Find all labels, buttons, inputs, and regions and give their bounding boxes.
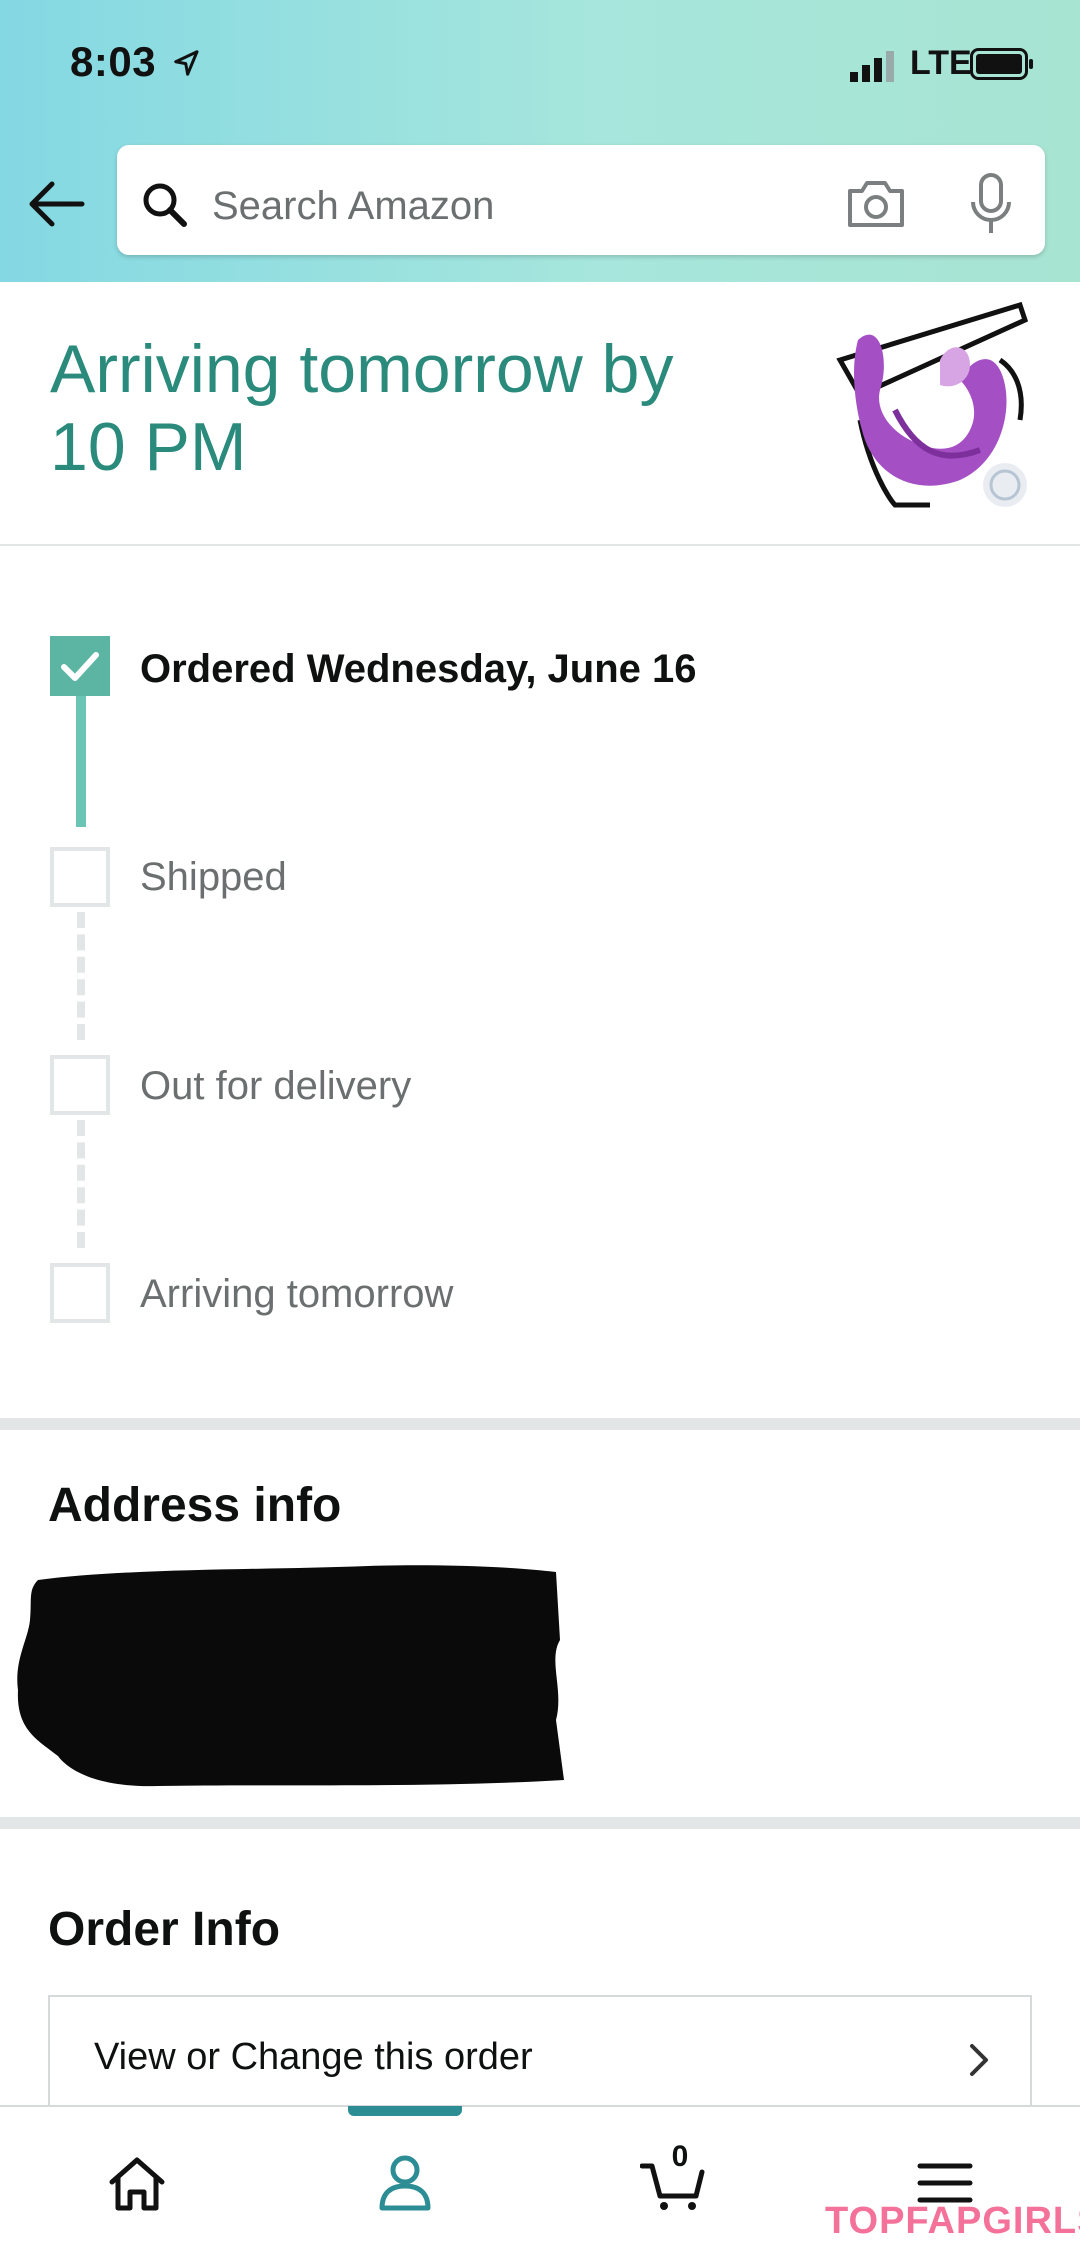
account-icon[interactable] (370, 2146, 440, 2216)
step-checkbox-ordered (50, 636, 110, 696)
step-checkbox-arriving (50, 1263, 110, 1323)
view-change-order-label: View or Change this order (94, 2036, 533, 2078)
progress-line-pending (77, 912, 85, 1040)
step-checkbox-shipped (50, 847, 110, 907)
network-type: LTE (910, 44, 972, 82)
section-divider (0, 1418, 1080, 1430)
microphone-icon[interactable] (968, 172, 1014, 236)
back-arrow-icon[interactable] (26, 176, 88, 232)
step-label-out-for-delivery: Out for delivery (140, 1064, 412, 1108)
address-info-title: Address info (48, 1479, 342, 1532)
chevron-right-icon (970, 2044, 988, 2076)
status-time: 8:03 (70, 38, 157, 85)
step-label-arriving: Arriving tomorrow (140, 1272, 454, 1316)
home-icon[interactable] (102, 2148, 172, 2218)
search-icon (143, 183, 187, 227)
section-divider (0, 544, 1080, 546)
delivery-title: Arriving tomorrow by 10 PM (50, 331, 674, 485)
check-icon (61, 652, 99, 681)
section-divider (0, 1817, 1080, 1829)
step-checkbox-out-for-delivery (50, 1055, 110, 1115)
search-input[interactable] (212, 176, 812, 236)
product-image[interactable] (820, 300, 1040, 520)
step-label-shipped: Shipped (140, 855, 287, 899)
active-tab-indicator (348, 2106, 462, 2116)
watermark: TOPFAPGIRLS (825, 2200, 1080, 2242)
signal-icon (850, 51, 894, 82)
camera-icon[interactable] (844, 175, 908, 231)
progress-line-complete (76, 692, 86, 827)
progress-line-pending (77, 1120, 85, 1248)
order-info-title: Order Info (48, 1903, 281, 1956)
battery-icon (970, 48, 1033, 80)
redacted-address (17, 1565, 565, 1787)
location-arrow-icon (174, 50, 199, 76)
step-label-ordered: Ordered Wednesday, June 16 (140, 647, 697, 691)
cart-count-badge: 0 (671, 2140, 689, 2173)
